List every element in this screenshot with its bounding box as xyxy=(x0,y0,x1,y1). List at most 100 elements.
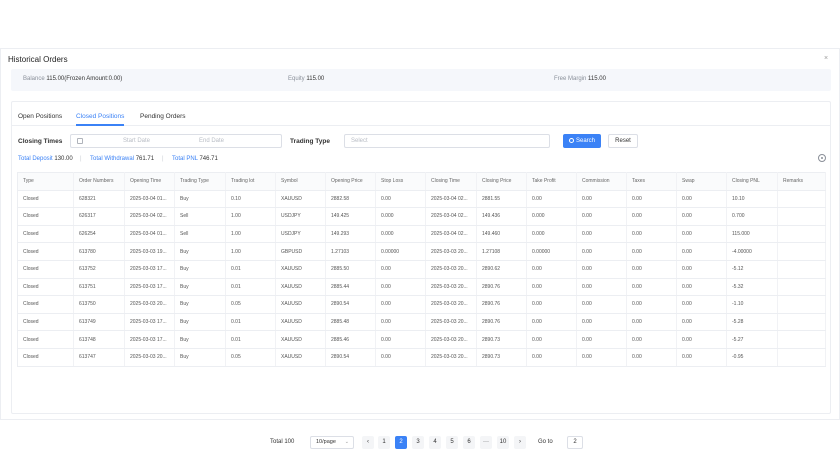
table-cell: 0.00 xyxy=(626,207,677,226)
table-cell: 1.00 xyxy=(225,225,276,244)
column-header: Trading Type xyxy=(174,172,226,191)
search-button[interactable]: Search xyxy=(563,134,601,148)
orders-panel: Open Positions Closed Positions Pending … xyxy=(11,101,831,449)
total-pnl: Total PNL 746.71 xyxy=(172,156,218,162)
table-cell: 2890.76 xyxy=(476,313,527,332)
table-cell: 0.10 xyxy=(225,190,276,209)
table-row[interactable]: Closed 613780 2025-03-03 19... Buy 1.00 GBPUS… xyxy=(17,242,826,261)
table-row[interactable]: Closed 613749 2025-03-03 17... Buy 0.01 XAUUS… xyxy=(17,313,826,332)
page-button[interactable]: 6 xyxy=(463,436,475,449)
free-margin-value: 115.00 xyxy=(588,76,606,82)
end-date-input[interactable]: End Date xyxy=(199,138,224,144)
table-cell: 0.00 xyxy=(375,295,426,314)
table-cell: Sell xyxy=(174,207,226,226)
table-cell: 2025-03-03 20... xyxy=(425,295,477,314)
table-cell: 1.27103 xyxy=(325,242,376,261)
page-button[interactable]: 3 xyxy=(412,436,424,449)
table-cell: XAUUSD xyxy=(275,190,326,209)
tab-closed-positions[interactable]: Closed Positions xyxy=(76,113,124,120)
page-button[interactable]: 10 xyxy=(497,436,509,449)
prev-page-button[interactable]: ‹ xyxy=(362,436,374,449)
page-button[interactable]: 5 xyxy=(446,436,458,449)
table-row[interactable]: Closed 613751 2025-03-03 17... Buy 0.01 XAUUS… xyxy=(17,278,826,297)
table-row[interactable]: Closed 613750 2025-03-03 20... Buy 0.05 XAUUS… xyxy=(17,295,826,314)
table-cell xyxy=(777,278,826,297)
goto-page-input[interactable]: 2 xyxy=(567,436,583,449)
table-row[interactable]: Closed 613748 2025-03-03 17... Buy 0.01 XAUUS… xyxy=(17,330,826,349)
start-date-input[interactable]: Start Date xyxy=(123,138,150,144)
column-header: Swap xyxy=(676,172,727,191)
table-row[interactable]: Closed 626254 2025-03-04 01... Sell 1.00 USDJ… xyxy=(17,225,826,244)
table-cell: 0.00 xyxy=(576,207,627,226)
table-cell: 2890.73 xyxy=(476,348,527,367)
chevron-down-icon: ⌄ xyxy=(344,439,349,445)
table-cell: 0.00 xyxy=(626,260,677,279)
trading-type-select[interactable]: Select xyxy=(344,134,550,148)
table-cell: Closed xyxy=(17,242,74,261)
table-cell: 0.00 xyxy=(526,348,577,367)
page-button[interactable]: 2 xyxy=(395,436,407,449)
table-row[interactable]: Closed 626317 2025-03-04 02... Sell 1.00 USDJ… xyxy=(17,207,826,226)
table-cell: -5.32 xyxy=(726,278,778,297)
column-header: Remarks xyxy=(777,172,826,191)
table-cell xyxy=(777,260,826,279)
total-withdrawal: Total Withdrawal 761.71 xyxy=(90,156,154,162)
trading-type-label: Trading Type xyxy=(290,138,330,145)
tab-open-positions[interactable]: Open Positions xyxy=(18,113,62,120)
gear-icon[interactable] xyxy=(818,154,826,162)
page-ellipsis[interactable]: ··· xyxy=(480,436,492,449)
table-row[interactable]: Closed 613747 2025-03-03 20... Buy 0.05 XAUUS… xyxy=(17,348,826,367)
table-cell: 2025-03-04 01... xyxy=(124,190,175,209)
table-cell: 0.00 xyxy=(626,225,677,244)
balance-summary: Balance 115.00(Frozen Amount:0.00) xyxy=(23,76,122,82)
table-cell xyxy=(777,225,826,244)
table-cell: 0.00 xyxy=(576,242,627,261)
historical-orders-modal: Historical Orders × Balance 115.00(Froze… xyxy=(0,48,840,449)
table-cell: 2890.73 xyxy=(476,330,527,349)
total-count: Total 100 xyxy=(270,439,295,445)
table-cell: Closed xyxy=(17,330,74,349)
table-cell: 2025-03-03 20... xyxy=(425,260,477,279)
table-cell: Buy xyxy=(174,278,226,297)
tab-pending-orders[interactable]: Pending Orders xyxy=(140,113,186,120)
next-page-button[interactable]: › xyxy=(514,436,526,449)
table-cell: Closed xyxy=(17,260,74,279)
table-cell: 0.00 xyxy=(576,295,627,314)
table-cell: 0.00 xyxy=(576,260,627,279)
date-range-picker[interactable]: Start Date End Date xyxy=(70,134,282,148)
account-summary-bar: Balance 115.00(Frozen Amount:0.00) Equit… xyxy=(11,69,831,91)
table-cell: Buy xyxy=(174,348,226,367)
table-cell: USDJPY xyxy=(275,225,326,244)
page-button[interactable]: 1 xyxy=(378,436,390,449)
table-cell: Buy xyxy=(174,190,226,209)
reset-button[interactable]: Reset xyxy=(608,134,638,148)
total-deposit-value: 130.00 xyxy=(54,156,73,162)
column-header: Stop Loss xyxy=(375,172,426,191)
page-size-select[interactable]: 10/page ⌄ xyxy=(310,436,354,449)
table-cell: 0.00 xyxy=(626,348,677,367)
table-cell: 0.01 xyxy=(225,330,276,349)
table-cell: 1.00 xyxy=(225,207,276,226)
table-cell: Closed xyxy=(17,278,74,297)
table-cell: 0.00 xyxy=(526,330,577,349)
column-header: Commission xyxy=(576,172,627,191)
search-icon xyxy=(568,138,574,143)
table-cell: 0.00 xyxy=(576,330,627,349)
equity-value: 115.00 xyxy=(306,76,325,82)
page-button[interactable]: 4 xyxy=(429,436,441,449)
search-button-label: Search xyxy=(575,138,595,144)
table-cell: 0.00 xyxy=(626,278,677,297)
table-row[interactable]: Closed 613752 2025-03-03 17... Buy 0.01 XAUUS… xyxy=(17,260,826,279)
table-cell: 0.00 xyxy=(676,313,727,332)
table-row[interactable]: Closed 628321 2025-03-04 01... Buy 0.10 XAUUS… xyxy=(17,190,826,209)
column-header: Closing Time xyxy=(425,172,477,191)
close-icon[interactable]: × xyxy=(824,55,828,62)
table-cell: -4.00000 xyxy=(726,242,778,261)
table-cell: 0.05 xyxy=(225,295,276,314)
table-cell: 2890.54 xyxy=(325,348,376,367)
table-cell: 0.00000 xyxy=(526,242,577,261)
table-cell: 2890.76 xyxy=(476,295,527,314)
table-cell xyxy=(777,242,826,261)
total-pnl-value: 746.71 xyxy=(199,156,218,162)
column-header: Opening Price xyxy=(325,172,376,191)
